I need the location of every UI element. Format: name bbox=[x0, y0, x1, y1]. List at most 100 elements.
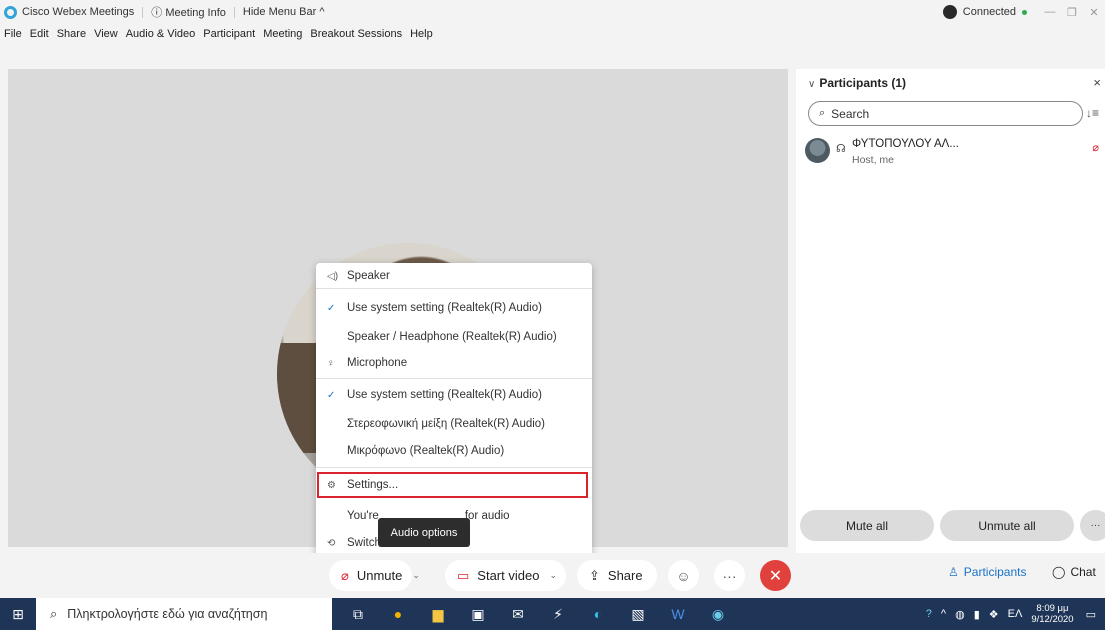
mic-option-system[interactable]: ✓ Use system setting (Realtek(R) Audio) bbox=[316, 384, 592, 406]
panel-title: Participants (1) bbox=[819, 76, 907, 90]
system-tray: ? ^ ◍ ▮ ❖ ΕΛ 8:09 μμ 9/12/2020 ▭ bbox=[926, 598, 1105, 630]
clock[interactable]: 8:09 μμ 9/12/2020 bbox=[1031, 603, 1073, 625]
divider bbox=[316, 378, 592, 379]
meeting-info-button[interactable]: ⓘ Meeting Info bbox=[151, 4, 226, 20]
divider bbox=[316, 288, 592, 289]
menu-edit[interactable]: Edit bbox=[30, 28, 49, 40]
clock-time: 8:09 μμ bbox=[1036, 603, 1069, 614]
settings-highlight-box bbox=[317, 472, 588, 498]
participant-name[interactable]: ΦΥΤΟΠΟΥΛΟΥ ΑΛ... bbox=[852, 138, 959, 150]
leave-meeting-button[interactable]: ✕ bbox=[760, 560, 791, 591]
mail-icon[interactable]: ✉ bbox=[498, 598, 538, 630]
check-icon: ✓ bbox=[327, 389, 336, 401]
start-video-button[interactable]: ▭ Start video ⌄ bbox=[445, 560, 566, 591]
menu-breakout-sessions[interactable]: Breakout Sessions bbox=[310, 28, 402, 40]
headset-icon: ☊ bbox=[836, 143, 846, 155]
file-explorer-icon[interactable]: ▆ bbox=[418, 598, 458, 630]
chrome-icon[interactable]: ● bbox=[378, 598, 418, 630]
title-bar: Cisco Webex Meetings ⓘ Meeting Info Hide… bbox=[0, 0, 1105, 24]
menu-meeting[interactable]: Meeting bbox=[263, 28, 302, 40]
speaker-option-headphone-label: Speaker / Headphone (Realtek(R) Audio) bbox=[347, 331, 557, 343]
restore-button[interactable]: ❐ bbox=[1061, 6, 1083, 19]
avatar bbox=[805, 138, 830, 163]
task-view-icon[interactable]: ⧉ bbox=[338, 598, 378, 630]
chat-toggle-button[interactable]: ◯ Chat bbox=[1052, 565, 1096, 579]
menu-help[interactable]: Help bbox=[410, 28, 433, 40]
unmute-all-button[interactable]: Unmute all bbox=[940, 510, 1074, 541]
panel-header[interactable]: ∨ Participants (1) bbox=[808, 76, 906, 90]
sort-icon[interactable]: ↓≡ bbox=[1086, 106, 1099, 120]
video-off-icon: ▭ bbox=[457, 567, 470, 583]
chevron-down-icon: ∨ bbox=[808, 79, 816, 90]
share-button[interactable]: ⇪ Share bbox=[577, 560, 657, 591]
hide-menu-bar-button[interactable]: Hide Menu Bar ^ bbox=[243, 6, 325, 18]
unmute-button[interactable]: ⌀ Unmute ⌄ bbox=[329, 560, 420, 591]
mic-option-system-label: Use system setting (Realtek(R) Audio) bbox=[347, 389, 542, 401]
dropbox-icon[interactable]: ❖ bbox=[989, 608, 999, 621]
close-window-button[interactable]: ✕ bbox=[1083, 6, 1105, 19]
audio-options-menu: ◁) Speaker ✓ Use system setting (Realtek… bbox=[316, 263, 592, 558]
taskbar-search-placeholder: Πληκτρολογήστε εδώ για αναζήτηση bbox=[67, 607, 268, 621]
speaker-option-system[interactable]: ✓ Use system setting (Realtek(R) Audio) bbox=[316, 297, 592, 319]
network-icon[interactable]: ◍ bbox=[955, 608, 965, 621]
minimize-button[interactable]: — bbox=[1039, 6, 1061, 18]
more-options-button[interactable]: ··· bbox=[1080, 510, 1105, 541]
connection-dot-icon bbox=[1022, 9, 1027, 15]
check-icon: ✓ bbox=[327, 302, 336, 314]
meeting-info-label: Meeting Info bbox=[165, 7, 226, 19]
speaker-option-headphone[interactable]: Speaker / Headphone (Realtek(R) Audio) bbox=[316, 326, 592, 348]
language-indicator[interactable]: ΕΛ bbox=[1008, 608, 1023, 620]
search-icon: ⌕ bbox=[50, 606, 58, 621]
microphone-heading: ♀ Microphone bbox=[316, 352, 592, 374]
participants-toggle-button[interactable]: ♙ Participants bbox=[948, 565, 1026, 579]
mic-option-microphone[interactable]: Μικρόφωνο (Realtek(R) Audio) bbox=[316, 440, 592, 462]
chat-label: Chat bbox=[1070, 565, 1096, 579]
menu-audio-video[interactable]: Audio & Video bbox=[126, 28, 196, 40]
speaker-icon: ◁) bbox=[327, 270, 339, 282]
more-button[interactable]: ··· bbox=[714, 560, 745, 591]
mute-all-button[interactable]: Mute all bbox=[800, 510, 934, 541]
photos-icon[interactable]: ▧ bbox=[618, 598, 658, 630]
chevron-down-icon[interactable]: ⌄ bbox=[412, 570, 420, 581]
share-label: Share bbox=[607, 568, 643, 583]
chevron-down-icon[interactable]: ⌄ bbox=[549, 570, 557, 581]
menu-view[interactable]: View bbox=[94, 28, 118, 40]
speaker-heading: ◁) Speaker bbox=[316, 265, 592, 287]
muted-mic-icon: ⌀ bbox=[341, 567, 349, 583]
search-placeholder: Search bbox=[831, 106, 870, 121]
webex-taskbar-icon[interactable]: ◉ bbox=[698, 598, 738, 630]
divider bbox=[142, 6, 144, 18]
participant-role: Host, me bbox=[852, 154, 895, 166]
search-icon: ⌕ bbox=[819, 107, 826, 119]
store-icon[interactable]: ▣ bbox=[458, 598, 498, 630]
edge-icon[interactable]: ◐ bbox=[578, 598, 618, 630]
hide-menu-bar-label: Hide Menu Bar bbox=[242, 6, 317, 18]
divider bbox=[233, 6, 235, 18]
mic-option-stereo-mix[interactable]: Στερεοφωνική μείξη (Realtek(R) Audio) bbox=[316, 413, 592, 435]
chevron-up-icon[interactable]: ^ bbox=[941, 608, 946, 620]
taskbar-search-input[interactable]: ⌕ Πληκτρολογήστε εδώ για αναζήτηση bbox=[36, 598, 332, 630]
audio-options-tooltip: Audio options bbox=[378, 518, 470, 547]
participants-panel: ∨ Participants (1) × ⌕ Search ↓≡ ☊ ΦΥΤΟΠΟ… bbox=[796, 69, 1105, 553]
menu-share[interactable]: Share bbox=[57, 28, 86, 40]
participants-label: Participants bbox=[963, 565, 1027, 579]
muted-mic-icon[interactable]: ⌀ bbox=[1092, 141, 1099, 154]
webex-logo-icon bbox=[4, 5, 17, 19]
share-icon: ⇪ bbox=[589, 567, 600, 583]
word-icon[interactable]: W bbox=[658, 598, 698, 630]
participant-search-input[interactable]: ⌕ Search bbox=[808, 101, 1083, 126]
menu-bar: File Edit Share View Audio & Video Parti… bbox=[0, 24, 1105, 43]
connection-icon bbox=[942, 5, 957, 19]
microphone-icon: ♀ bbox=[327, 357, 335, 369]
connection-status: Connected bbox=[962, 6, 1016, 18]
help-icon[interactable]: ? bbox=[926, 608, 932, 620]
reactions-button[interactable]: ☺ bbox=[668, 560, 699, 591]
speaker-heading-label: Speaker bbox=[347, 270, 390, 282]
battery-icon[interactable]: ▮ bbox=[974, 608, 980, 621]
notifications-icon[interactable]: ▭ bbox=[1086, 608, 1096, 621]
windows-start-icon[interactable]: ⊞ bbox=[0, 598, 36, 630]
app-icon[interactable]: ⚡ bbox=[538, 598, 578, 630]
close-panel-icon[interactable]: × bbox=[1093, 75, 1101, 90]
menu-participant[interactable]: Participant bbox=[203, 28, 255, 40]
menu-file[interactable]: File bbox=[4, 28, 22, 40]
